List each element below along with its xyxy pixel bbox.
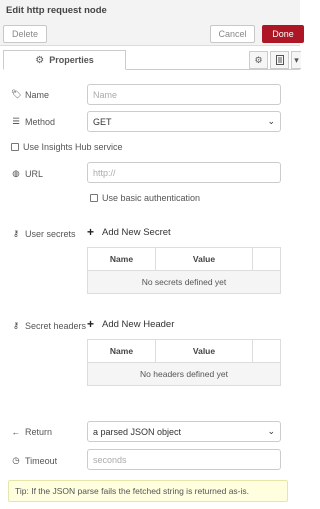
name-input-placeholder: Name: [93, 89, 118, 100]
headers-empty-message: No headers defined yet: [88, 363, 280, 385]
document-icon: [275, 55, 284, 65]
headers-table: Name Value No headers defined yet: [87, 339, 281, 386]
add-header-label: Add New Header: [102, 318, 175, 330]
plus-icon: +: [87, 317, 95, 331]
chevron-down-icon: ⌄: [267, 116, 275, 126]
tab-properties-label: Properties: [49, 55, 94, 65]
url-input[interactable]: http://: [87, 162, 281, 183]
done-button[interactable]: Done: [262, 25, 304, 43]
clock-icon: ◷: [12, 455, 20, 465]
json-parse-tip: Tip: If the JSON parse fails the fetched…: [8, 480, 288, 502]
tabs-more-button[interactable]: ▾: [291, 51, 301, 69]
caret-down-icon: ▾: [294, 54, 299, 65]
name-label: 🏷 Name: [11, 89, 50, 100]
timeout-input[interactable]: seconds: [87, 449, 281, 470]
plus-icon: +: [87, 225, 95, 239]
key-icon: ⚷: [12, 228, 20, 238]
add-secret-label: Add New Secret: [102, 226, 171, 238]
return-label: ← Return: [11, 427, 53, 437]
add-header-button[interactable]: + Add New Header: [87, 317, 174, 331]
gear-icon: ⚙: [254, 54, 263, 65]
headers-column-actions: [253, 340, 281, 363]
user-secrets-label: ⚷ User secrets: [12, 228, 76, 239]
node-description-tab[interactable]: [270, 51, 289, 69]
checkbox-box[interactable]: [90, 194, 98, 202]
globe-icon: ◍: [12, 168, 20, 178]
basic-auth-checkbox[interactable]: Use basic authentication: [90, 193, 200, 203]
timeout-label: ◷ Timeout: [12, 455, 58, 466]
secrets-empty-message: No secrets defined yet: [88, 271, 280, 293]
tag-icon: 🏷: [11, 89, 22, 99]
checkbox-box[interactable]: [11, 143, 19, 151]
name-input[interactable]: Name: [87, 84, 281, 105]
url-input-placeholder: http://: [93, 167, 116, 178]
secrets-table: Name Value No secrets defined yet: [87, 247, 281, 294]
insights-hub-checkbox[interactable]: Use Insights Hub service: [11, 142, 123, 152]
tab-properties[interactable]: ⚙ Properties: [3, 50, 126, 70]
chevron-down-icon: ⌄: [267, 426, 275, 436]
key-icon: ⚷: [12, 320, 20, 330]
headers-column-name: Name: [88, 340, 156, 363]
gear-icon: ⚙: [35, 54, 45, 66]
return-select[interactable]: a parsed JSON object ⌄: [87, 421, 281, 442]
dialog-header: Edit http request node Delete Cancel Don…: [0, 0, 304, 46]
method-select-value: GET: [93, 116, 112, 127]
arrow-left-icon: ←: [11, 427, 21, 437]
secrets-column-name: Name: [88, 248, 156, 271]
headers-column-value: Value: [156, 340, 253, 363]
method-select[interactable]: GET ⌄: [87, 111, 281, 132]
url-label: ◍ URL: [12, 168, 44, 179]
return-select-value: a parsed JSON object: [93, 426, 182, 437]
basic-auth-label: Use basic authentication: [102, 193, 201, 203]
secret-headers-label: ⚷ Secret headers: [12, 320, 87, 331]
method-label: ☰ Method: [12, 116, 56, 127]
secrets-column-value: Value: [156, 248, 253, 271]
cancel-button[interactable]: Cancel: [210, 25, 255, 43]
dialog-title: Edit http request node: [6, 5, 107, 16]
delete-button[interactable]: Delete: [3, 25, 47, 43]
list-icon: ☰: [12, 116, 20, 126]
node-settings-tab[interactable]: ⚙: [249, 51, 268, 69]
insights-hub-label: Use Insights Hub service: [23, 142, 123, 152]
timeout-input-placeholder: seconds: [93, 454, 127, 465]
add-secret-button[interactable]: + Add New Secret: [87, 225, 171, 239]
secrets-column-actions: [253, 248, 281, 271]
